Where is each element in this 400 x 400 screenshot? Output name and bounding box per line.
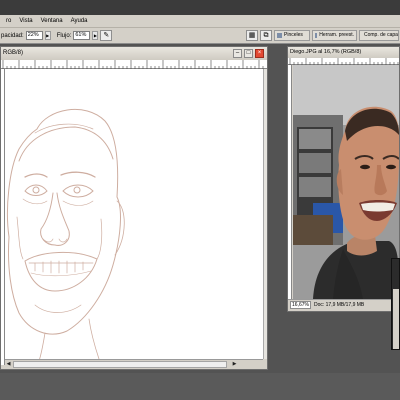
tab-tool-presets[interactable]: Herram. preest. [312,30,357,41]
airbrush-icon[interactable]: ✎ [100,30,113,41]
opacity-dropdown-arrow[interactable]: ▶ [44,31,51,40]
document-title[interactable]: RGB/8) [1,47,267,60]
scroll-left-arrow-icon[interactable]: ◀ [5,360,12,369]
brushes-icon [277,33,282,38]
bottom-strip [0,373,400,400]
horizontal-ruler [1,60,267,69]
photo-vertical-ruler [288,65,292,299]
menu-item-file[interactable]: ro [2,15,15,28]
horizontal-scroll-thumb[interactable] [13,361,227,368]
tab-brushes[interactable]: Pinceles [274,30,310,41]
menu-item-help[interactable]: Ayuda [67,15,92,28]
palette-body [393,289,399,349]
zoom-field[interactable]: 16,67% [290,301,311,309]
horizontal-scrollbar[interactable]: ◀ ▶ [5,359,263,369]
side-palette[interactable] [391,258,400,350]
flow-input[interactable]: 61% [73,31,91,40]
reference-photo[interactable] [293,65,399,299]
minimize-button[interactable]: – [233,49,242,58]
ruler-ticks [2,60,264,69]
menu-item-view[interactable]: Vista [15,15,36,28]
portrait-photo [293,65,399,299]
photoshop-workspace: ro Vista Ventana Ayuda pacidad: 22% ▶ Fl… [0,0,400,400]
vertical-scrollbar[interactable] [263,69,267,359]
photo-title[interactable]: Diego.JPG al 16,7% (RGB/8) [288,47,399,58]
drawing-canvas[interactable] [5,69,263,359]
opacity-label: pacidad: [1,32,24,39]
photo-ruler-ticks [289,58,399,65]
tool-presets-icon [315,33,318,38]
options-bar: pacidad: 22% ▶ Flujo: 61% ▶ ✎ ▦ ⧉ Pincel… [0,28,400,44]
photo-horizontal-ruler [288,58,399,65]
sketch-document-window: RGB/8) – □ × ◀ ▶ [0,46,268,370]
workspace-icon[interactable]: ⧉ [260,30,272,41]
photo-document-window: Diego.JPG al 16,7% (RGB/8) 16,67% Doc: 1… [287,46,400,312]
flow-label: Flujo: [56,32,72,39]
menu-bar: ro Vista Ventana Ayuda [0,15,400,28]
maximize-button[interactable]: □ [244,49,253,58]
menu-item-window[interactable]: Ventana [37,15,67,28]
close-button[interactable]: × [255,49,264,58]
document-size-info[interactable]: Doc: 17,9 MB/17,9 MB [314,300,364,311]
tab-layer-comps[interactable]: Comp. de capas [359,30,399,41]
palette-well-icon[interactable]: ▦ [246,30,258,41]
photo-status-bar: 16,67% Doc: 17,9 MB/17,9 MB [288,299,399,311]
face-sketch [7,108,125,359]
opacity-input[interactable]: 22% [25,31,43,40]
title-strip [0,0,400,15]
scroll-right-arrow-icon[interactable]: ▶ [231,360,238,369]
flow-dropdown-arrow[interactable]: ▶ [92,31,99,40]
